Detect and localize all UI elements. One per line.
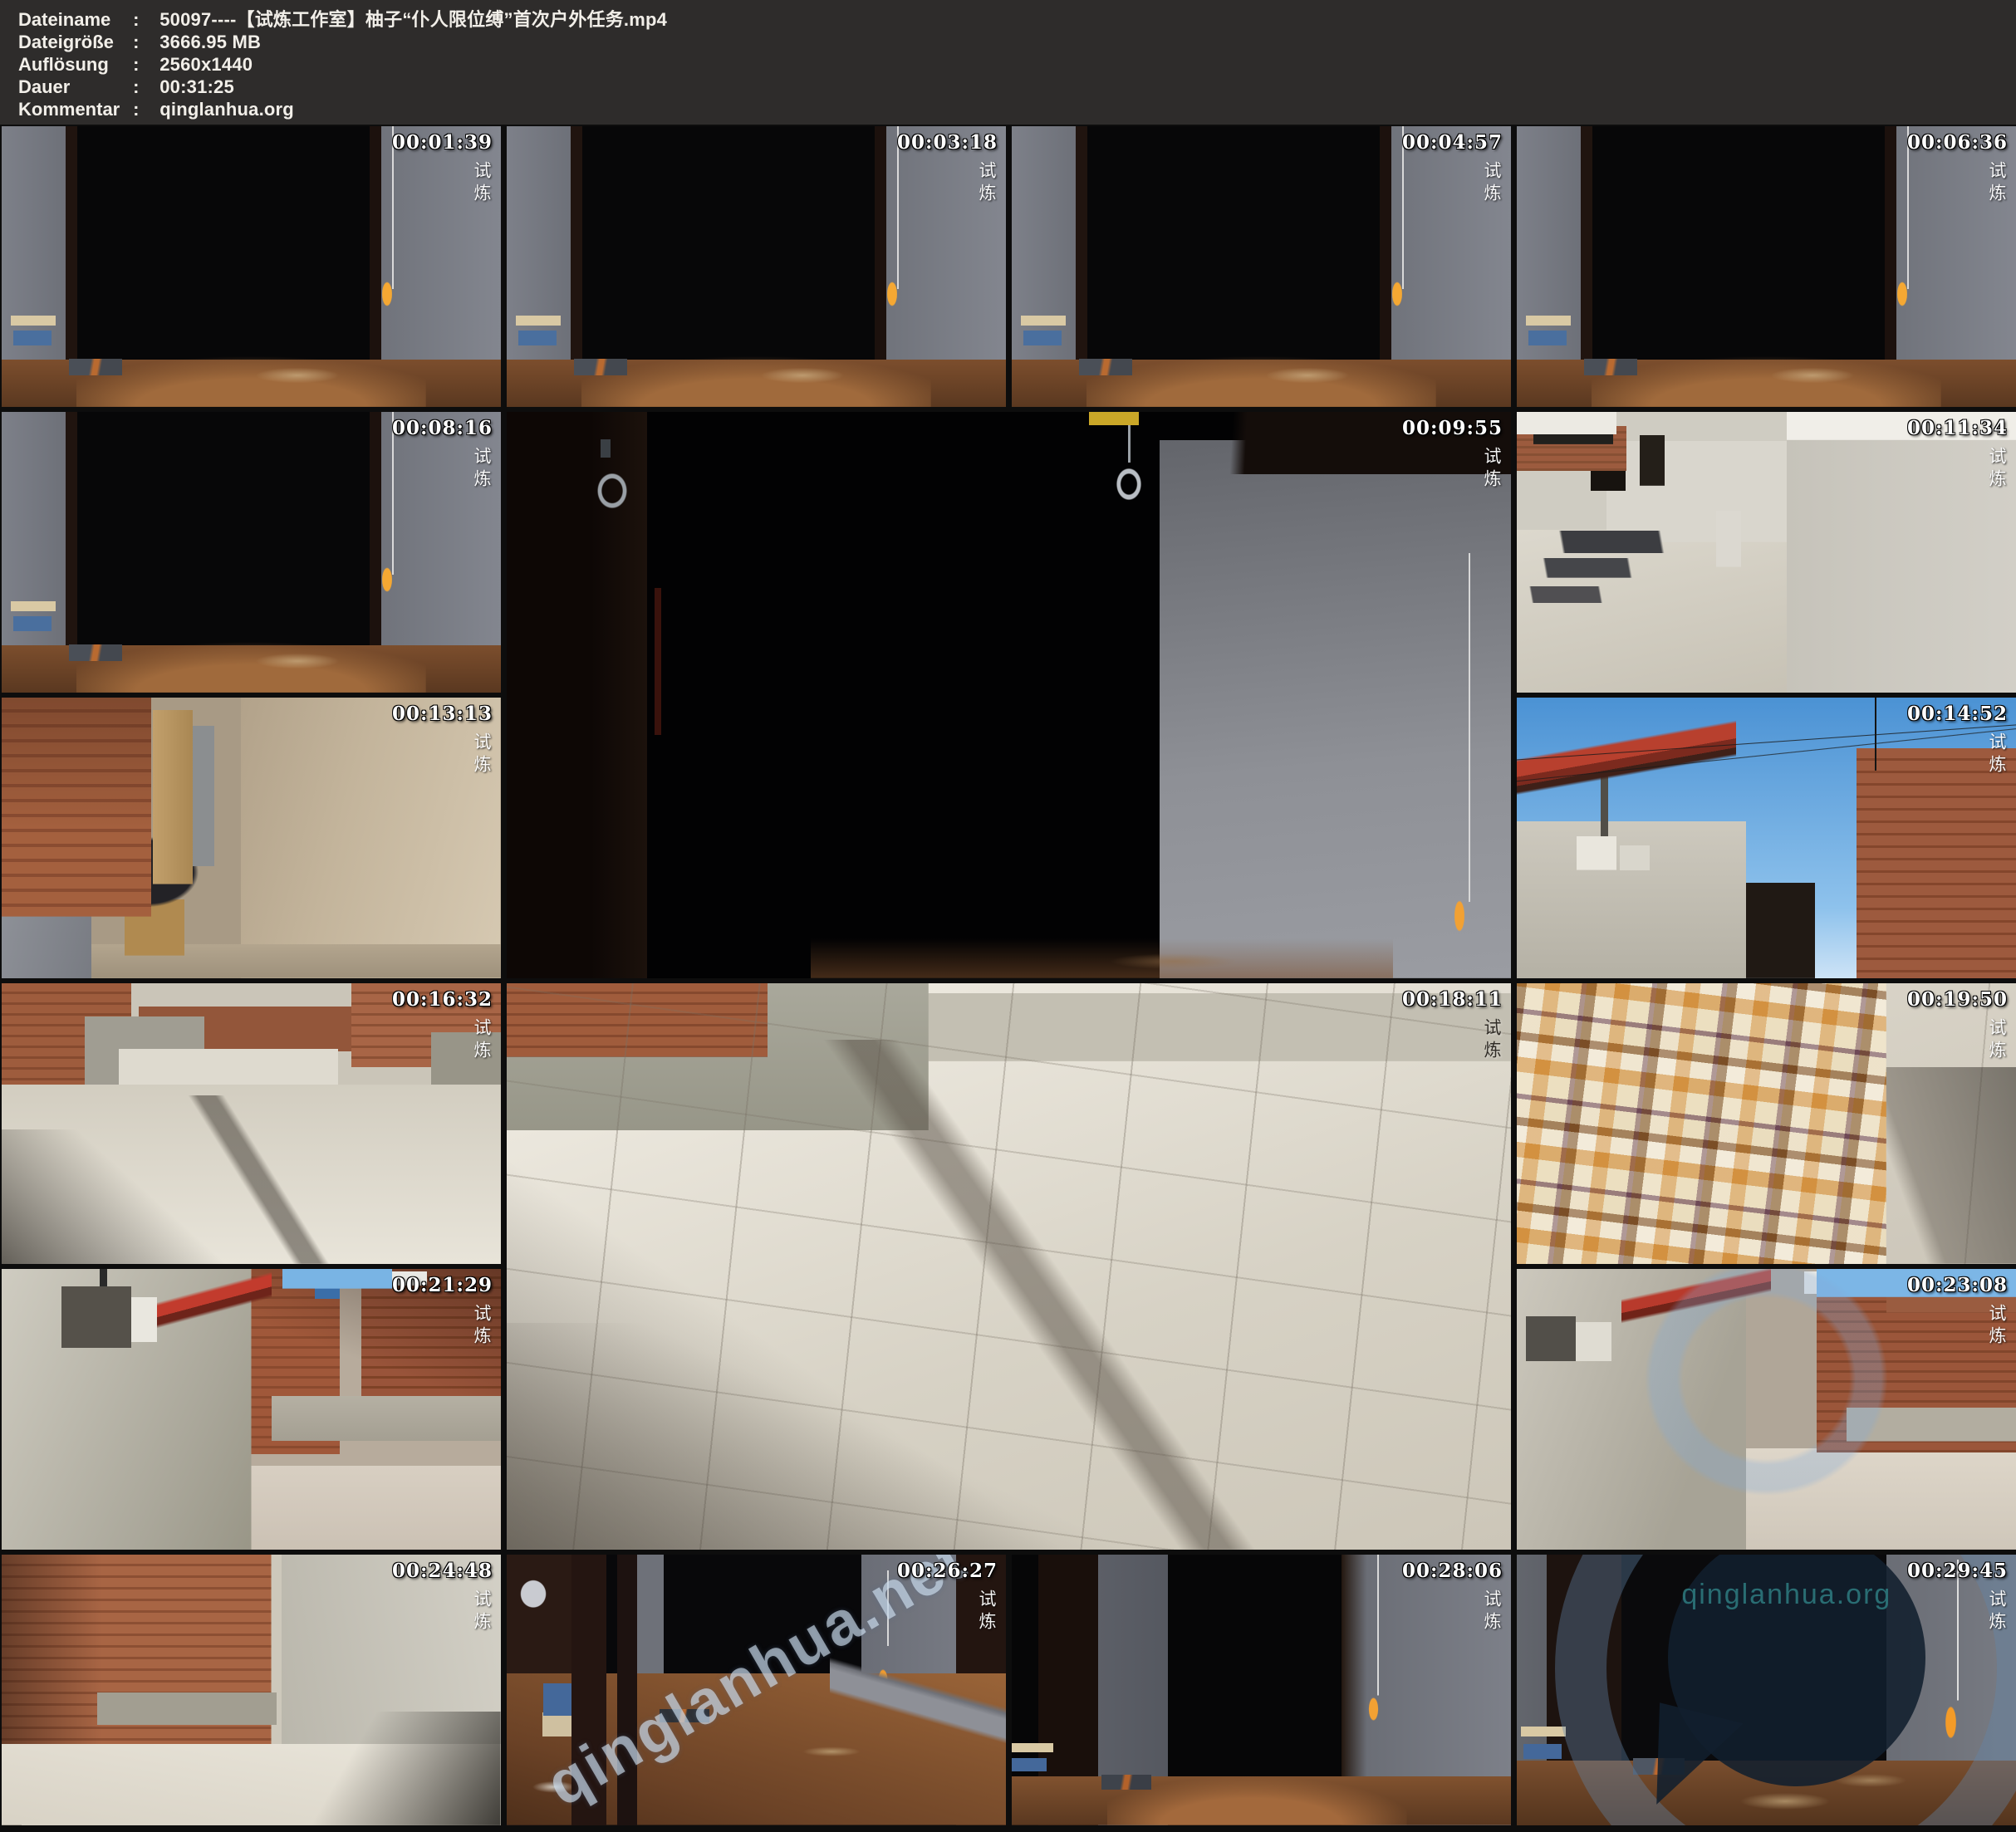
studio-watermark: 试炼 [1483, 1018, 1501, 1063]
studio-watermark: 试炼 [1988, 447, 2006, 492]
video-thumbnail: 00:04:57 试炼 [1012, 126, 1511, 407]
thumbnail-image [2, 1269, 501, 1550]
timestamp-overlay: 00:14:52 [1907, 703, 2008, 725]
metadata-value: 00:31:25 [159, 76, 234, 97]
studio-watermark: 试炼 [473, 1018, 491, 1063]
thumbnail-image [2, 698, 501, 978]
thumbnail-image [1517, 1269, 2016, 1550]
timestamp-overlay: 00:09:55 [1402, 417, 1503, 439]
video-thumbnail: 00:08:16 试炼 [2, 412, 501, 693]
timestamp-overlay: 00:03:18 [897, 131, 998, 154]
metadata-separator: : [133, 8, 155, 31]
timestamp-overlay: 00:19:50 [1907, 988, 2008, 1011]
studio-watermark: 试炼 [1988, 1590, 2006, 1634]
video-thumbnail: 00:01:39 试炼 [2, 126, 501, 407]
metadata-value: qinglanhua.org [159, 99, 294, 120]
video-thumbnail: 00:06:36 试炼 [1517, 126, 2016, 407]
video-thumbnail: 00:18:11 试炼 [507, 983, 1511, 1550]
studio-watermark: 试炼 [473, 1590, 491, 1634]
studio-watermark: 试炼 [1483, 161, 1501, 206]
timestamp-overlay: 00:26:27 [897, 1560, 998, 1582]
thumbnail-image [2, 1555, 501, 1825]
studio-watermark: 试炼 [473, 447, 491, 492]
metadata-value: 3666.95 MB [159, 32, 261, 52]
video-thumbnail: 00:26:27 试炼 qinglanhua.net [507, 1555, 1006, 1825]
studio-watermark: 试炼 [1483, 447, 1501, 492]
video-thumbnail: 00:11:34 试炼 [1517, 412, 2016, 693]
studio-watermark: 试炼 [473, 732, 491, 777]
thumbnail-image [2, 126, 501, 407]
thumbnail-image [1012, 126, 1511, 407]
metadata-row: Auflösung : 2560x1440 [18, 53, 2016, 76]
studio-watermark: 试炼 [978, 1590, 996, 1634]
metadata-label: Auflösung [18, 53, 128, 76]
video-thumbnail: 00:09:55 试炼 [507, 412, 1511, 978]
video-thumbnail: 00:03:18 试炼 [507, 126, 1006, 407]
thumbnail-image [1517, 412, 2016, 693]
metadata-row: Dateiname : 50097----【试炼工作室】柚子“仆人限位缚”首次户… [18, 8, 2016, 31]
metadata-row: Kommentar : qinglanhua.org [18, 98, 2016, 120]
timestamp-overlay: 00:21:29 [392, 1274, 493, 1296]
metadata-label: Dateiname [18, 8, 128, 31]
video-thumbnail: 00:19:50 试炼 [1517, 983, 2016, 1264]
thumbnail-image [1517, 983, 2016, 1264]
metadata-row: Dauer : 00:31:25 [18, 76, 2016, 98]
timestamp-overlay: 00:16:32 [392, 988, 493, 1011]
timestamp-overlay: 00:04:57 [1402, 131, 1503, 154]
metadata-row: Dateigröße : 3666.95 MB [18, 31, 2016, 53]
timestamp-overlay: 00:24:48 [392, 1560, 493, 1582]
thumbnail-image [1517, 126, 2016, 407]
thumbnail-image [507, 412, 1511, 978]
timestamp-overlay: 00:01:39 [392, 131, 493, 154]
video-thumbnail: 00:21:29 试炼 [2, 1269, 501, 1550]
metadata-value: 2560x1440 [159, 54, 253, 75]
thumbnail-image [507, 983, 1511, 1550]
timestamp-overlay: 00:08:16 [392, 417, 493, 439]
studio-watermark: 试炼 [1988, 161, 2006, 206]
thumbnail-image [507, 126, 1006, 407]
timestamp-overlay: 00:28:06 [1402, 1560, 1503, 1582]
video-thumbnail: 00:13:13 试炼 [2, 698, 501, 978]
studio-watermark: 试炼 [473, 1304, 491, 1349]
metadata-label: Dateigröße [18, 31, 128, 53]
thumbnail-image [2, 412, 501, 693]
metadata-label: Dauer [18, 76, 128, 98]
studio-watermark: 试炼 [1988, 1018, 2006, 1063]
thumbnail-image [2, 983, 501, 1264]
studio-watermark: 试炼 [1988, 1304, 2006, 1349]
video-thumbnail: 00:24:48 试炼 [2, 1555, 501, 1825]
timestamp-overlay: 00:18:11 [1402, 988, 1503, 1011]
video-thumbnail: 00:23:08 试炼 [1517, 1269, 2016, 1550]
thumbnail-image [1517, 1555, 2016, 1825]
thumbnail-grid: 00:01:39 试炼 00:03:18 试炼 00:04:57 试炼 00:0… [0, 125, 2016, 1832]
metadata-label: Kommentar [18, 98, 128, 120]
thumbnail-image [1517, 698, 2016, 978]
metadata-value: 50097----【试炼工作室】柚子“仆人限位缚”首次户外任务.mp4 [159, 9, 667, 30]
video-thumbnail: 00:14:52 试炼 [1517, 698, 2016, 978]
timestamp-overlay: 00:29:45 [1907, 1560, 2008, 1582]
video-thumbnail: 00:28:06 试炼 [1012, 1555, 1511, 1825]
studio-watermark: 试炼 [1988, 732, 2006, 777]
metadata-separator: : [133, 98, 155, 120]
studio-watermark: 试炼 [1483, 1590, 1501, 1634]
metadata-separator: : [133, 31, 155, 53]
video-thumbnail: 00:29:45 试炼 qinglanhua.org [1517, 1555, 2016, 1825]
studio-watermark: 试炼 [473, 161, 491, 206]
studio-watermark: 试炼 [978, 161, 996, 206]
metadata-separator: : [133, 76, 155, 98]
timestamp-overlay: 00:13:13 [392, 703, 493, 725]
thumbnail-image [1012, 1555, 1511, 1825]
metadata-separator: : [133, 53, 155, 76]
timestamp-overlay: 00:23:08 [1907, 1274, 2008, 1296]
video-thumbnail: 00:16:32 试炼 [2, 983, 501, 1264]
file-metadata-header: Dateiname : 50097----【试炼工作室】柚子“仆人限位缚”首次户… [0, 0, 2016, 125]
timestamp-overlay: 00:11:34 [1907, 417, 2008, 439]
timestamp-overlay: 00:06:36 [1907, 131, 2008, 154]
